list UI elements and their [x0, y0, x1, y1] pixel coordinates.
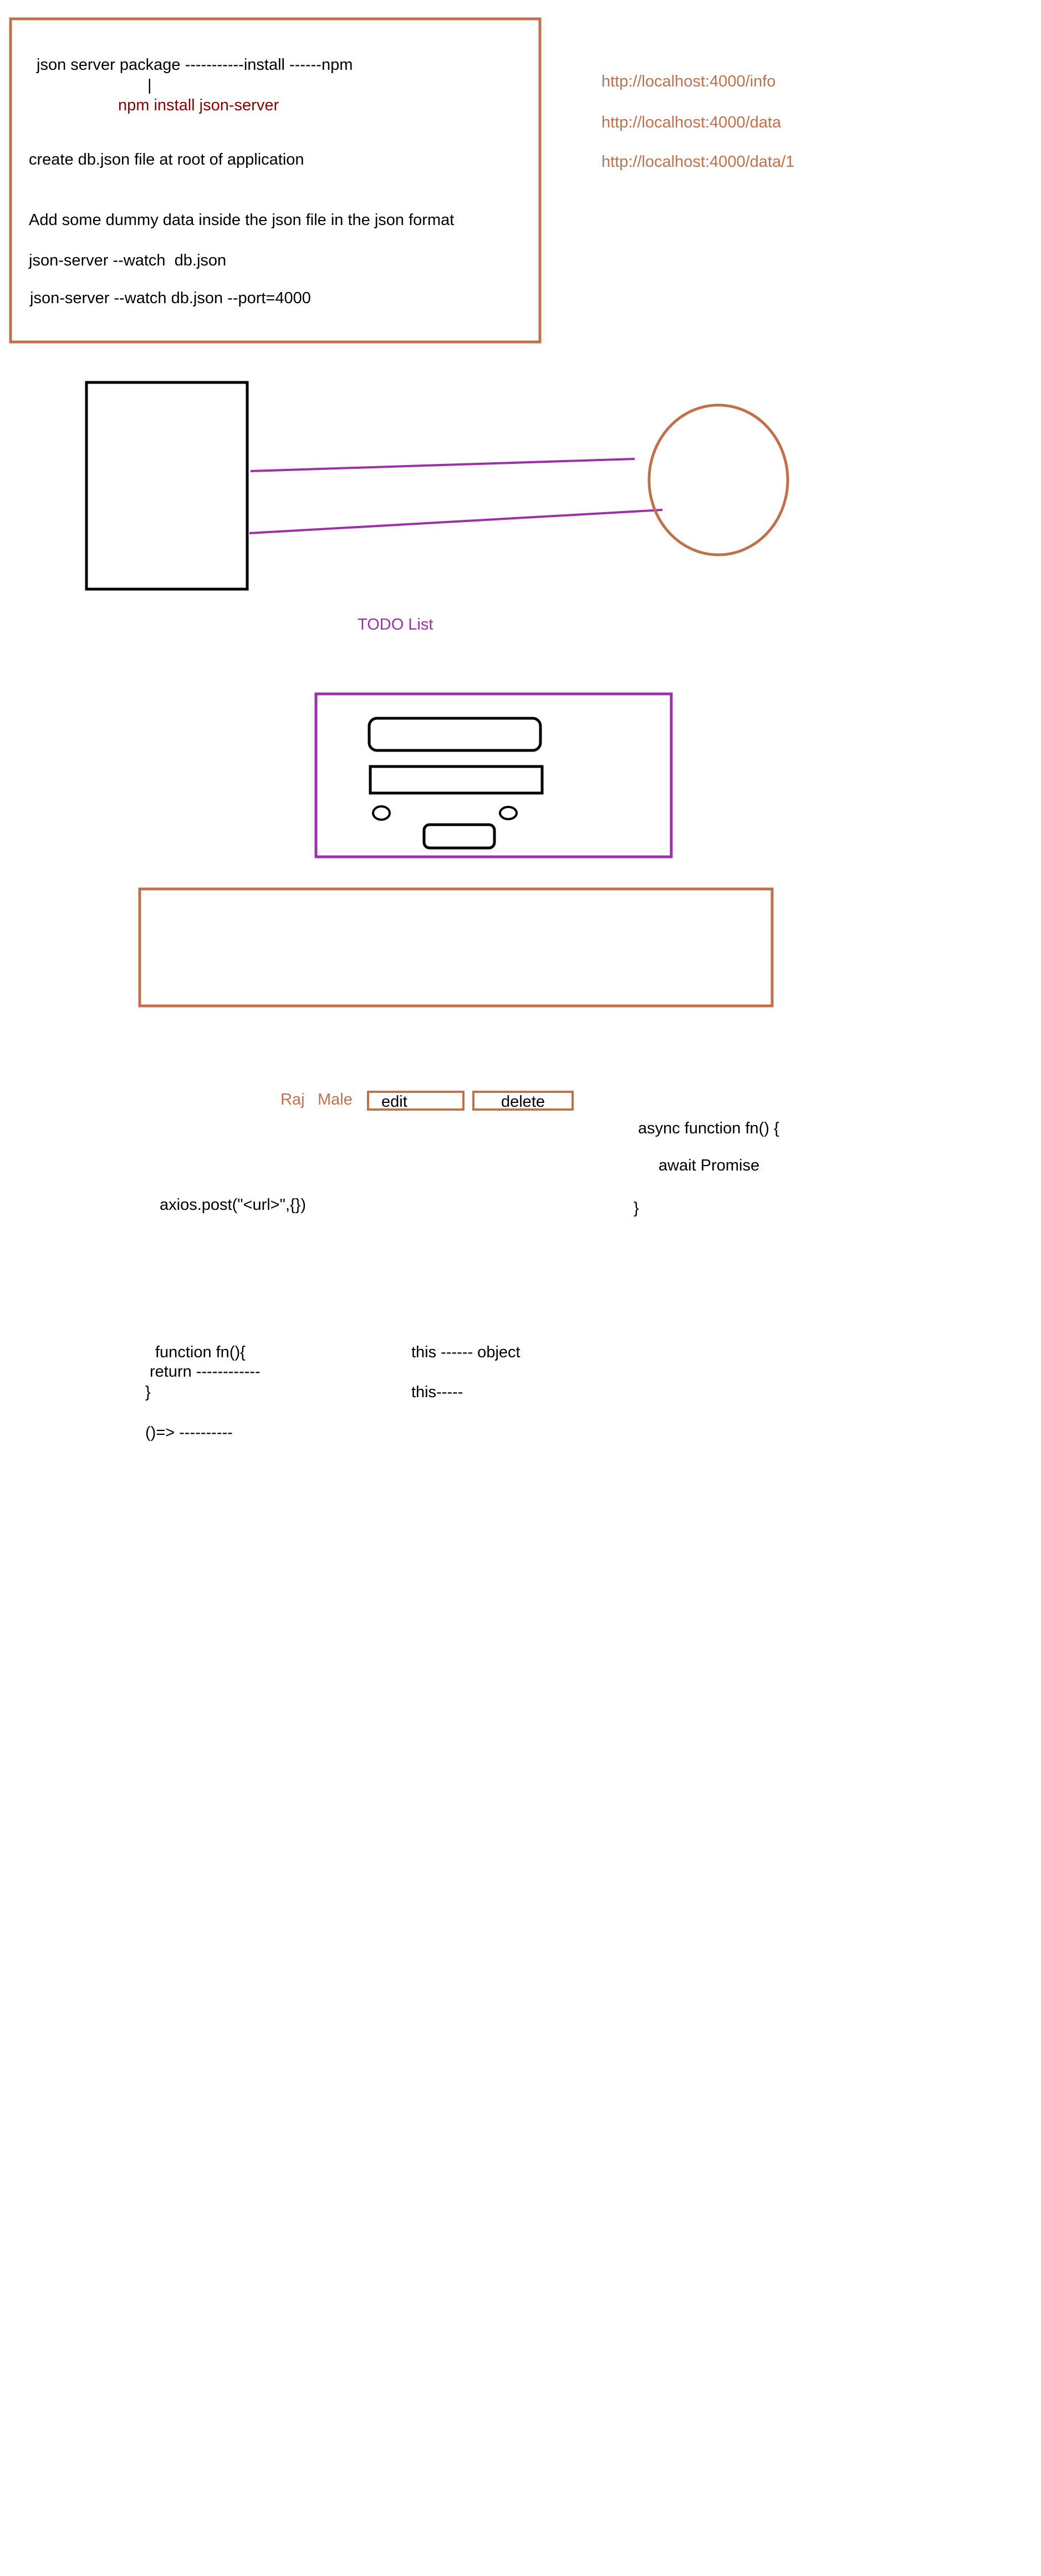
radio-right [499, 806, 518, 820]
note-watch-port-command: json-server --watch db.json --port=4000 [30, 289, 311, 307]
whiteboard-canvas [9, 17, 789, 1008]
note-watch-command: json-server --watch db.json [29, 252, 227, 269]
edit-button[interactable]: edit [367, 1091, 465, 1111]
this-line: this----- [411, 1383, 463, 1401]
note-create-db: create db.json file at root of applicati… [29, 151, 304, 168]
note-npm-command: npm install json-server [118, 96, 279, 114]
note-install-package: json server package -----------install -… [37, 56, 353, 74]
async-function-line: async function fn() { [638, 1120, 779, 1137]
todo-input-top [368, 717, 542, 752]
row-gender: Male [318, 1091, 353, 1108]
arrow-function-line: ()=> ---------- [145, 1424, 233, 1442]
note-dummy-data: Add some dummy data inside the json file… [29, 211, 455, 229]
axios-post-line: axios.post("<url>",{}) [160, 1196, 307, 1214]
function-line: function fn(){ [155, 1343, 246, 1361]
note-pipe: | [147, 76, 152, 94]
connector-line-bottom [249, 509, 663, 534]
todo-list-frame [138, 887, 774, 1008]
url-data: http://localhost:4000/data [601, 114, 782, 131]
async-close-brace: } [634, 1199, 639, 1217]
server-circle [647, 403, 789, 556]
todo-input-bottom [369, 765, 544, 795]
return-line: return ------------ [150, 1363, 261, 1381]
client-rectangle [85, 381, 249, 591]
url-info: http://localhost:4000/info [601, 73, 776, 90]
row-name: Raj [280, 1091, 305, 1108]
await-promise-line: await Promise [659, 1157, 760, 1174]
radio-left [372, 805, 391, 821]
function-close-brace: } [145, 1383, 151, 1401]
connector-line-top [250, 458, 635, 472]
todo-submit-shape [422, 823, 496, 850]
todo-title: TODO List [358, 616, 433, 633]
delete-button[interactable]: delete [472, 1091, 574, 1111]
this-object-line: this ------ object [411, 1343, 520, 1361]
url-data-item: http://localhost:4000/data/1 [601, 153, 795, 171]
